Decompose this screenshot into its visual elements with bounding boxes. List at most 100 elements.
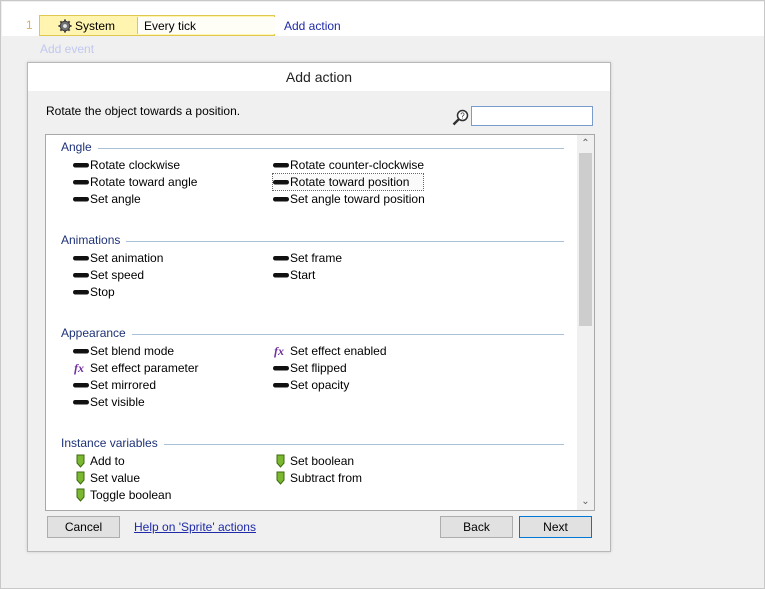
back-button[interactable]: Back [440, 516, 513, 538]
action-item[interactable]: Set opacity [273, 377, 423, 393]
action-icon [73, 197, 89, 202]
action-item[interactable]: Set mirrored [73, 377, 263, 393]
action-item[interactable]: Set visible [73, 394, 263, 410]
add-event-link[interactable]: Add event [40, 42, 94, 56]
action-item[interactable]: Start [273, 267, 423, 283]
add-action-dialog: Add action Rotate the object towards a p… [27, 62, 611, 552]
action-item-label: Stop [90, 285, 115, 299]
event-condition-block[interactable]: System Every tick [39, 15, 275, 36]
action-item[interactable]: Set frame [273, 250, 423, 266]
action-icon [73, 256, 89, 261]
action-item-label: Set value [90, 471, 141, 485]
action-item-label: Subtract from [290, 471, 363, 485]
event-condition-label: Every tick [144, 19, 197, 33]
action-icon [73, 273, 89, 278]
search-input[interactable] [471, 106, 593, 126]
action-icon [73, 383, 89, 388]
action-icon [273, 383, 289, 388]
action-item-label: Set angle toward position [290, 192, 425, 206]
action-item-label: Set visible [90, 395, 145, 409]
variable-icon [76, 454, 85, 468]
group-divider [61, 148, 564, 149]
variable-icon [76, 471, 85, 485]
action-icon [273, 197, 289, 202]
action-item-label: Set blend mode [90, 344, 175, 358]
action-item[interactable]: Set angle toward position [273, 191, 425, 207]
fx-icon: fx [274, 344, 284, 358]
action-item[interactable]: Set blend mode [73, 343, 263, 359]
action-icon [73, 163, 89, 168]
action-item[interactable]: Set flipped [273, 360, 423, 376]
scroll-down-icon[interactable]: ⌄ [577, 493, 594, 510]
scroll-up-icon[interactable]: ⌃ [577, 135, 594, 152]
event-number: 1 [26, 18, 33, 32]
action-icon [73, 349, 89, 354]
event-object-name: System [75, 19, 116, 33]
action-item[interactable]: Subtract from [273, 470, 423, 486]
action-item-label: Rotate toward position [290, 175, 410, 189]
group-header: Animations [61, 233, 127, 249]
action-item[interactable]: Set angle [73, 191, 263, 207]
help-link[interactable]: Help on 'Sprite' actions [134, 520, 256, 534]
action-list: ⌃ ⌄ Angle Rotate clockwise Rotate counter-… [45, 134, 595, 511]
action-item-label: Set frame [290, 251, 343, 265]
action-list-scrollbar[interactable]: ⌃ ⌄ [577, 135, 594, 510]
action-item-label: Rotate toward angle [90, 175, 198, 189]
action-item-label: Toggle boolean [90, 488, 172, 502]
action-item-label: Rotate counter-clockwise [290, 158, 425, 172]
fx-icon: fx [74, 361, 84, 375]
dialog-title: Add action [28, 63, 610, 91]
action-item[interactable]: Rotate toward angle [73, 174, 263, 190]
variable-icon [276, 471, 285, 485]
add-action-link[interactable]: Add action [284, 19, 341, 33]
svg-text:fx: fx [274, 344, 284, 358]
action-item[interactable]: Stop [73, 284, 263, 300]
action-item-label: Rotate clockwise [90, 158, 181, 172]
action-item[interactable]: Rotate counter-clockwise [273, 157, 425, 173]
action-item[interactable]: Set boolean [273, 453, 423, 469]
svg-text:fx: fx [74, 361, 84, 375]
group-header: Angle [61, 140, 98, 156]
action-item-label: Set animation [90, 251, 164, 265]
action-item[interactable]: Set speed [73, 267, 263, 283]
action-icon [273, 163, 289, 168]
event-row: 1 System Every tick Add action [2, 2, 764, 36]
action-item-label: Set opacity [290, 378, 350, 392]
action-description: Rotate the object towards a position. [46, 104, 241, 118]
next-button[interactable]: Next [519, 516, 592, 538]
variable-icon [276, 454, 285, 468]
cancel-button[interactable]: Cancel [47, 516, 120, 538]
action-item[interactable]: Toggle boolean [73, 487, 263, 503]
event-condition[interactable]: Every tick [137, 17, 275, 34]
action-icon [273, 273, 289, 278]
action-item[interactable]: fx Set effect enabled [273, 343, 423, 359]
variable-icon [76, 488, 85, 502]
svg-text:?: ? [460, 112, 465, 121]
action-item[interactable]: Set animation [73, 250, 263, 266]
action-item-label: Set speed [90, 268, 145, 282]
action-item[interactable]: Rotate toward position [272, 173, 424, 191]
group-divider [61, 241, 564, 242]
action-item[interactable]: Add to [73, 453, 263, 469]
action-icon [273, 180, 289, 185]
action-item-label: Start [290, 268, 316, 282]
action-item-label: Set effect enabled [290, 344, 387, 358]
action-item-label: Set effect parameter [90, 361, 199, 375]
gear-icon [58, 19, 72, 33]
action-icon [273, 256, 289, 261]
action-item[interactable]: Rotate clockwise [73, 157, 263, 173]
action-item-label: Set flipped [290, 361, 347, 375]
action-icon [73, 180, 89, 185]
action-item-label: Set mirrored [90, 378, 157, 392]
action-item-label: Add to [90, 454, 125, 468]
action-icon [73, 290, 89, 295]
action-item-label: Set boolean [290, 454, 355, 468]
group-header: Appearance [61, 326, 132, 342]
action-item[interactable]: fx Set effect parameter [73, 360, 263, 376]
action-item[interactable]: Set value [73, 470, 263, 486]
action-item-label: Set angle [90, 192, 141, 206]
action-icon [273, 366, 289, 371]
group-header: Instance variables [61, 436, 164, 452]
group-divider [61, 334, 564, 335]
scroll-thumb[interactable] [579, 153, 592, 326]
